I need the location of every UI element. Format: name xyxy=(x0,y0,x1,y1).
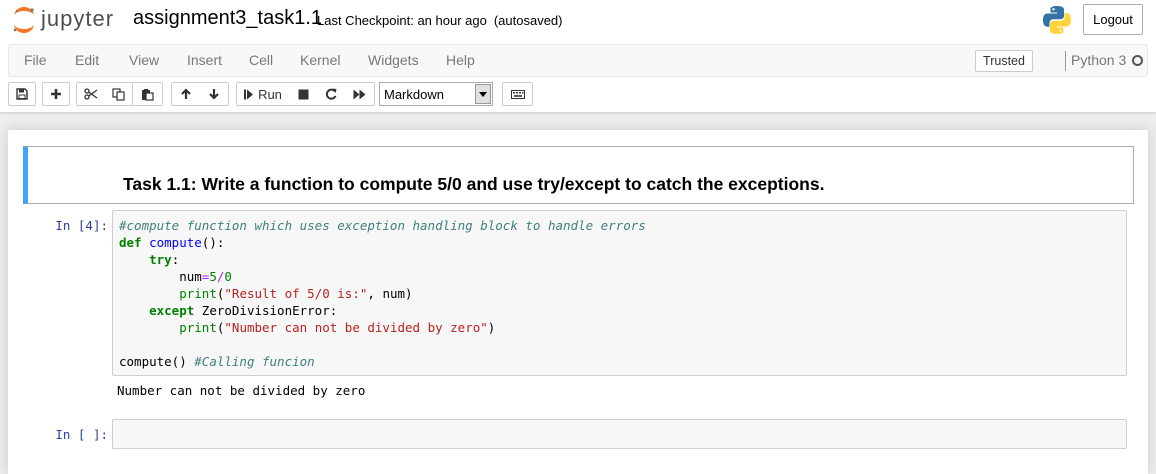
cell-type-value: Markdown xyxy=(384,87,444,102)
menu-view[interactable]: View xyxy=(129,52,159,68)
insert-cell-button[interactable] xyxy=(42,82,70,106)
jupyter-logo-icon xyxy=(13,7,34,33)
python-logo-icon xyxy=(1043,6,1071,34)
copy-icon xyxy=(111,87,125,101)
notebook-container: Task 1.1: Write a function to compute 5/… xyxy=(8,130,1148,474)
logo-text: jupyter xyxy=(41,6,115,31)
cut-button[interactable] xyxy=(76,82,105,106)
paste-icon xyxy=(142,88,154,101)
arrow-down-icon xyxy=(208,89,219,100)
keyboard-icon xyxy=(510,89,525,99)
save-button[interactable] xyxy=(8,82,36,106)
markdown-heading: Task 1.1: Write a function to compute 5/… xyxy=(123,174,825,194)
trusted-indicator[interactable]: Trusted xyxy=(975,50,1033,72)
command-palette-button[interactable] xyxy=(502,82,533,106)
markdown-cell[interactable]: Task 1.1: Write a function to compute 5/… xyxy=(23,146,1134,204)
menubar: File Edit View Insert Cell Kernel Widget… xyxy=(8,44,1148,77)
code-cell-prompt: In [4]: xyxy=(55,218,108,233)
menu-edit[interactable]: Edit xyxy=(75,52,99,68)
menu-help[interactable]: Help xyxy=(446,52,475,68)
menu-file[interactable]: File xyxy=(24,52,47,68)
empty-code-cell-input[interactable] xyxy=(112,419,1127,449)
paste-button[interactable] xyxy=(133,82,163,106)
code-cell-input[interactable]: #compute function which uses exception h… xyxy=(112,210,1127,376)
stop-icon xyxy=(298,89,308,99)
checkpoint-text: Last Checkpoint: an hour ago xyxy=(317,13,487,28)
kernel-status-icon xyxy=(1132,55,1143,66)
cell-type-select[interactable]: Markdown xyxy=(379,82,493,106)
menu-widgets[interactable]: Widgets xyxy=(368,52,419,68)
run-button[interactable]: Run xyxy=(236,82,290,106)
copy-button[interactable] xyxy=(104,82,133,106)
menu-insert[interactable]: Insert xyxy=(187,52,222,68)
run-label: Run xyxy=(258,86,282,102)
fast-forward-icon xyxy=(353,89,366,99)
arrow-up-icon xyxy=(180,88,191,99)
step-forward-icon xyxy=(244,89,254,99)
notebook-name[interactable]: assignment3_task1.1 xyxy=(133,7,322,30)
kernel-name: Python 3 xyxy=(1071,52,1127,68)
move-up-button[interactable] xyxy=(171,82,200,106)
menu-kernel[interactable]: Kernel xyxy=(300,52,340,68)
cut-icon xyxy=(83,88,97,100)
checkpoint-status: Last Checkpoint: an hour ago (autosaved) xyxy=(317,13,563,28)
jupyter-logo[interactable]: jupyter xyxy=(12,6,114,34)
restart-run-all-button[interactable] xyxy=(345,82,375,106)
empty-cell-prompt: In [ ]: xyxy=(55,427,108,442)
move-down-button[interactable] xyxy=(199,82,229,106)
save-icon xyxy=(16,88,28,100)
logout-button[interactable]: Logout xyxy=(1083,4,1143,35)
code-editor: #compute function which uses exception h… xyxy=(119,218,646,369)
kernel-separator xyxy=(1065,51,1066,71)
plus-icon xyxy=(51,89,61,99)
autosave-text: (autosaved) xyxy=(493,13,563,28)
interrupt-button[interactable] xyxy=(289,82,318,106)
restart-button[interactable] xyxy=(317,82,346,106)
menu-cell[interactable]: Cell xyxy=(249,52,273,68)
chevron-down-icon[interactable] xyxy=(475,84,491,104)
cell-output-text: Number can not be divided by zero xyxy=(117,383,366,398)
restart-icon xyxy=(325,88,337,100)
header: jupyter assignment3_task1.1 Last Checkpo… xyxy=(0,0,1156,112)
